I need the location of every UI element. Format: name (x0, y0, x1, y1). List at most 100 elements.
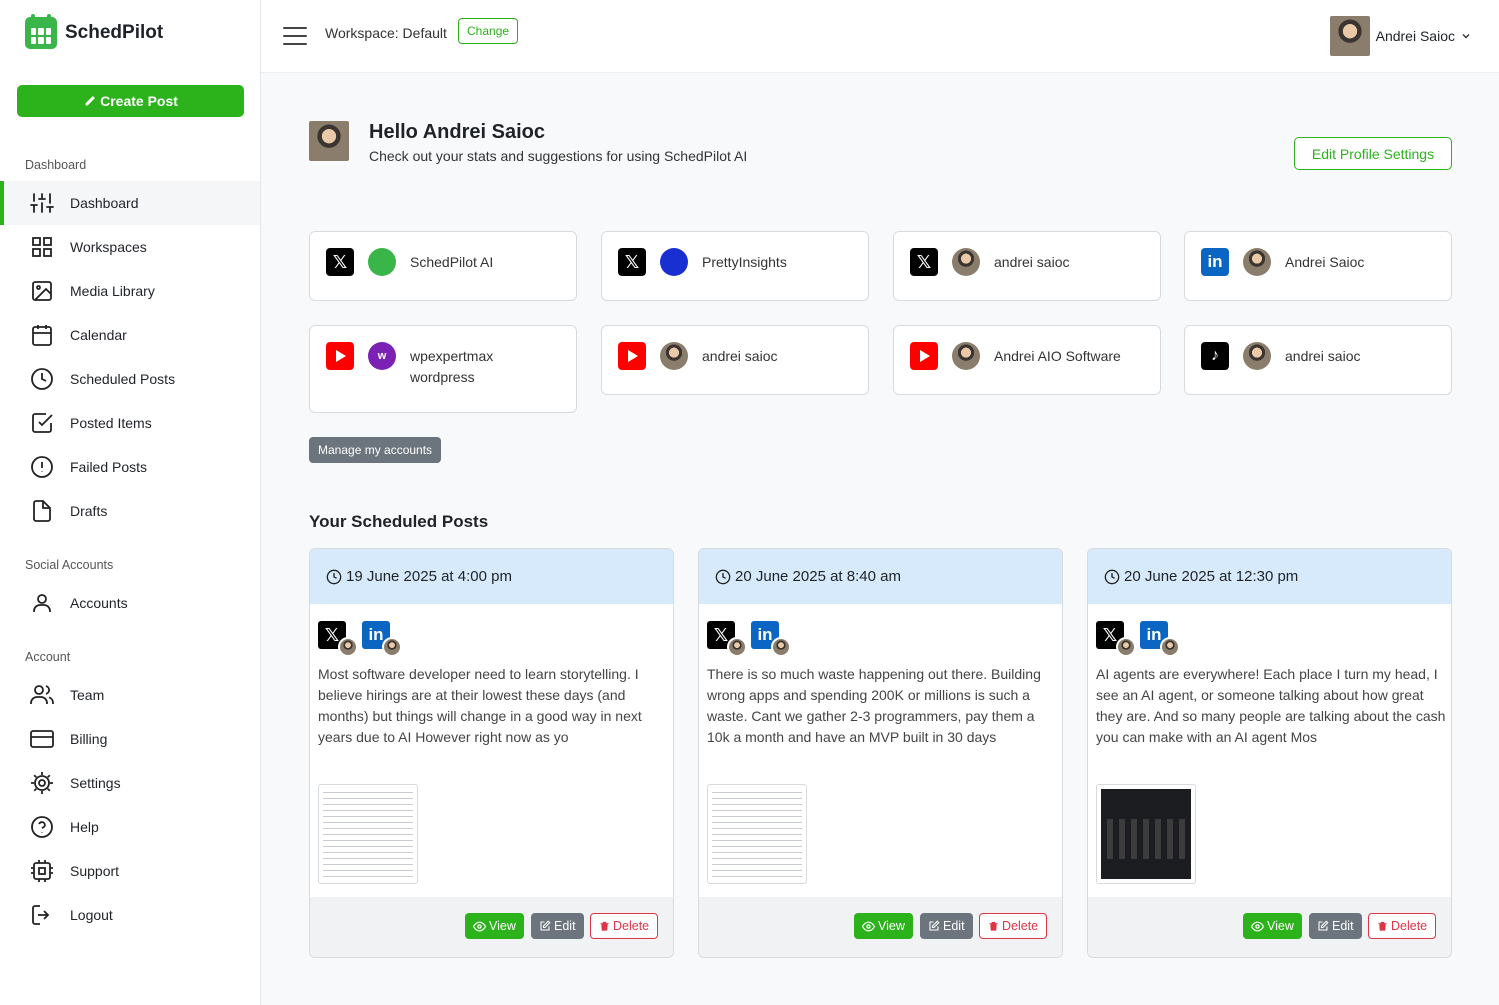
edit-icon (1318, 920, 1329, 931)
view-button[interactable]: View (854, 913, 913, 939)
sidebar-item-settings[interactable]: Settings (0, 761, 260, 805)
section-label-dashboard: Dashboard (25, 158, 87, 172)
users-icon (30, 685, 54, 704)
brand[interactable]: SchedPilot (25, 14, 164, 49)
post-thumbnail[interactable] (1096, 784, 1196, 884)
trash-icon (600, 921, 609, 931)
edit-button[interactable]: Edit (1309, 913, 1362, 939)
avatar (660, 342, 688, 370)
sidebar-item-drafts[interactable]: Drafts (0, 489, 260, 533)
post-thumbnail[interactable] (707, 784, 807, 884)
calendar-logo-icon (25, 14, 57, 49)
check-square-icon (32, 413, 53, 433)
trash-icon (989, 921, 998, 931)
wpexpertmax-avatar-icon: w (368, 342, 396, 370)
help-circle-icon (31, 816, 53, 838)
account-card[interactable]: 𝕏 andrei saioc (893, 231, 1161, 301)
view-button[interactable]: View (1243, 913, 1302, 939)
avatar (771, 637, 791, 657)
clock-icon (1104, 569, 1120, 584)
account-card[interactable]: andrei saioc (601, 325, 869, 395)
account-name: Andrei AIO Software (994, 348, 1121, 364)
brand-name: SchedPilot (65, 22, 164, 43)
cpu-icon (31, 860, 53, 882)
tiktok-logo-icon: ♪ (1201, 342, 1229, 370)
post-actions: View Edit Delete (310, 897, 673, 957)
section-label-social-accounts: Social Accounts (25, 558, 114, 572)
image-icon (32, 281, 52, 301)
clock-icon (326, 569, 342, 584)
sidebar-item-scheduled-posts[interactable]: Scheduled Posts (0, 357, 260, 401)
scheduled-posts-title: Your Scheduled Posts (309, 512, 489, 531)
account-name: Andrei Saioc (1285, 254, 1365, 270)
sidebar-item-media-library[interactable]: Media Library (0, 269, 260, 313)
chevron-down-icon (1462, 34, 1470, 39)
sidebar-item-help[interactable]: Help (0, 805, 260, 849)
alert-circle-icon (31, 456, 53, 478)
account-card[interactable]: Andrei AIO Software (893, 325, 1161, 395)
sidebar-item-support[interactable]: Support (0, 849, 260, 893)
post-actions: View Edit Delete (1088, 897, 1451, 957)
edit-profile-settings-button[interactable]: Edit Profile Settings (1294, 137, 1452, 170)
scheduled-post-card: 20 June 2025 at 8:40 am 𝕏 in There is so… (698, 548, 1063, 958)
change-workspace-button[interactable]: Change (458, 18, 519, 44)
trash-icon (1378, 921, 1387, 931)
scheduled-post-card: 19 June 2025 at 4:00 pm 𝕏 in Most softwa… (309, 548, 674, 958)
account-card[interactable]: 𝕏 PrettyInsights (601, 231, 869, 301)
sidebar-item-billing[interactable]: Billing (0, 717, 260, 761)
avatar (338, 637, 358, 657)
post-platforms: 𝕏 in (707, 621, 791, 657)
logout-icon (32, 905, 50, 925)
delete-button[interactable]: Delete (979, 913, 1048, 939)
calendar-icon (32, 325, 52, 346)
account-name: andrei saioc (702, 348, 778, 364)
account-name: SchedPilot AI (410, 254, 494, 270)
file-icon (33, 500, 51, 522)
post-thumbnail[interactable] (318, 784, 418, 884)
eye-icon (1251, 921, 1264, 931)
main-content: Hello Andrei Saioc Check out your stats … (261, 73, 1499, 1005)
x-logo-icon: 𝕏 (910, 248, 938, 276)
delete-button[interactable]: Delete (1368, 913, 1437, 939)
account-name: PrettyInsights (702, 254, 787, 270)
sidebar-item-calendar[interactable]: Calendar (0, 313, 260, 357)
account-card[interactable]: ♪ andrei saioc (1184, 325, 1452, 395)
scheduled-post-card: 20 June 2025 at 12:30 pm 𝕏 in AI agents … (1087, 548, 1452, 958)
eye-icon (862, 921, 875, 931)
youtube-logo-icon (326, 342, 354, 370)
x-logo-icon: 𝕏 (326, 248, 354, 276)
x-logo-icon: 𝕏 (618, 248, 646, 276)
post-date-header: 20 June 2025 at 12:30 pm (1088, 549, 1451, 604)
sidebar-item-accounts[interactable]: Accounts (0, 581, 260, 625)
sidebar-item-team[interactable]: Team (0, 673, 260, 717)
sidebar-item-failed-posts[interactable]: Failed Posts (0, 445, 260, 489)
account-name: andrei saioc (1285, 348, 1361, 364)
avatar (1243, 248, 1271, 276)
post-text: There is so much waste happening out the… (707, 666, 1041, 745)
sidebar-item-posted-items[interactable]: Posted Items (0, 401, 260, 445)
manage-accounts-button[interactable]: Manage my accounts (309, 437, 442, 463)
youtube-logo-icon (618, 342, 646, 370)
edit-button[interactable]: Edit (920, 913, 973, 939)
account-card[interactable]: w wpexpertmax wordpress (309, 325, 577, 413)
create-post-button[interactable]: Create Post (17, 85, 244, 117)
avatar (382, 637, 402, 657)
account-card[interactable]: 𝕏 SchedPilot AI (309, 231, 577, 301)
account-name: andrei saioc (994, 254, 1070, 270)
schedpilot-avatar-icon (368, 248, 396, 276)
clock-icon (715, 569, 731, 584)
sidebar-item-workspaces[interactable]: Workspaces (0, 225, 260, 269)
sidebar-item-dashboard[interactable]: Dashboard (0, 181, 260, 225)
post-text: Most software developer need to learn st… (318, 666, 642, 745)
account-card[interactable]: in Andrei Saioc (1184, 231, 1452, 301)
sidebar-item-logout[interactable]: Logout (0, 893, 260, 937)
view-button[interactable]: View (465, 913, 524, 939)
edit-button[interactable]: Edit (531, 913, 584, 939)
menu-icon[interactable] (283, 27, 307, 47)
linkedin-logo-icon: in (1201, 248, 1229, 276)
delete-button[interactable]: Delete (590, 913, 659, 939)
page-title: Hello Andrei Saioc (369, 121, 545, 143)
user-menu[interactable]: Andrei Saioc (1329, 16, 1471, 56)
avatar (1116, 637, 1136, 657)
sliders-icon (30, 193, 54, 213)
